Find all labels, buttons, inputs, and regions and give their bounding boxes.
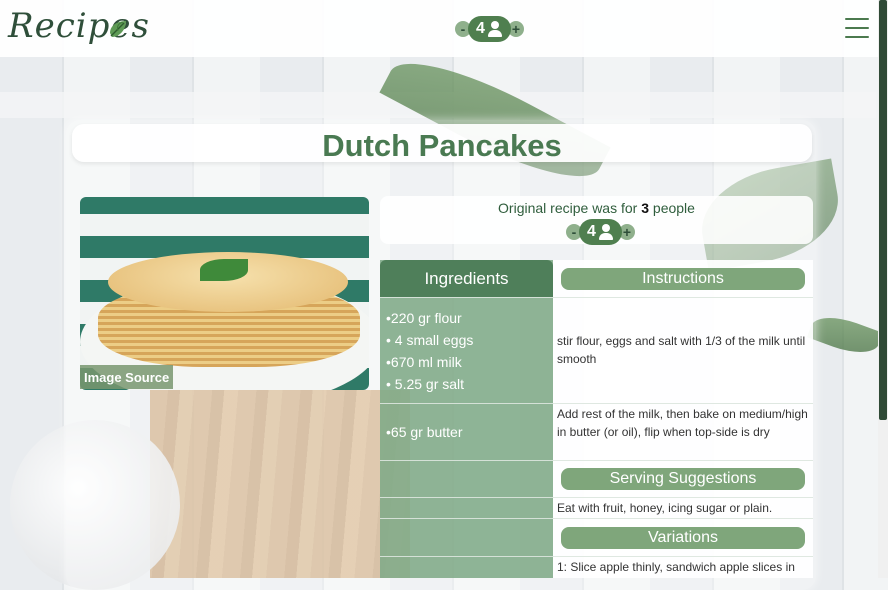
ingredient-item: •220 gr flour — [386, 310, 462, 326]
variations-header: Variations — [561, 527, 805, 549]
original-servings-box: Original recipe was for 3 people - 4 + — [380, 196, 813, 245]
tab-instructions[interactable]: Instructions — [561, 268, 805, 290]
recipe-title: Dutch Pancakes — [322, 128, 562, 163]
original-prefix: Original recipe was for — [498, 200, 638, 216]
row-divider — [380, 518, 813, 519]
original-servings-text: Original recipe was for 3 people — [380, 200, 813, 216]
row-divider — [380, 497, 813, 498]
logo-text[interactable]: Recipes — [8, 6, 150, 46]
top-header: Recipes - 4 + — [0, 0, 878, 57]
servings-count: 4 — [587, 223, 596, 240]
row-divider — [380, 403, 813, 404]
image-source-link[interactable]: Image Source — [80, 365, 174, 389]
background-leaf — [806, 308, 884, 362]
row-divider — [380, 460, 813, 461]
person-icon — [598, 224, 614, 240]
serving-suggestions-header: Serving Suggestions — [561, 468, 805, 490]
scrollbar[interactable] — [878, 0, 888, 578]
ingredient-item: • 5.25 gr salt — [386, 376, 465, 392]
row-divider — [380, 297, 813, 298]
ingredient-item: •65 gr butter — [386, 424, 463, 440]
instruction-step-1: stir flour, eggs and salt with 1/3 of th… — [557, 334, 806, 366]
person-icon — [487, 21, 503, 37]
original-suffix: people — [652, 200, 695, 216]
instruction-step-2: Add rest of the milk, then bake on mediu… — [557, 407, 808, 439]
ingredient-item: • 4 small eggs — [386, 332, 474, 348]
servings-count: 4 — [476, 20, 485, 37]
tab-ingredients[interactable]: Ingredients — [380, 260, 553, 297]
servings-display: 4 — [468, 16, 511, 42]
recipe-servings-stepper: - 4 + — [566, 219, 635, 245]
original-count: 3 — [641, 200, 650, 216]
menu-icon[interactable] — [845, 18, 869, 38]
header-servings-stepper: - 4 + — [455, 16, 524, 42]
row-divider — [380, 556, 813, 557]
recipe-image — [80, 197, 369, 390]
servings-display: 4 — [579, 219, 622, 245]
serving-suggestions-text: Eat with fruit, honey, icing sugar or pl… — [557, 501, 773, 515]
variations-text: 1: Slice apple thinly, sandwich apple sl… — [557, 560, 795, 574]
leaf-icon — [110, 21, 126, 37]
ingredients-row-1: •220 gr flour • 4 small eggs •670 ml mil… — [386, 307, 473, 395]
title-box: Dutch Pancakes — [72, 124, 812, 163]
scrollbar-thumb[interactable] — [879, 0, 887, 420]
ingredient-item: •670 ml milk — [386, 354, 462, 370]
